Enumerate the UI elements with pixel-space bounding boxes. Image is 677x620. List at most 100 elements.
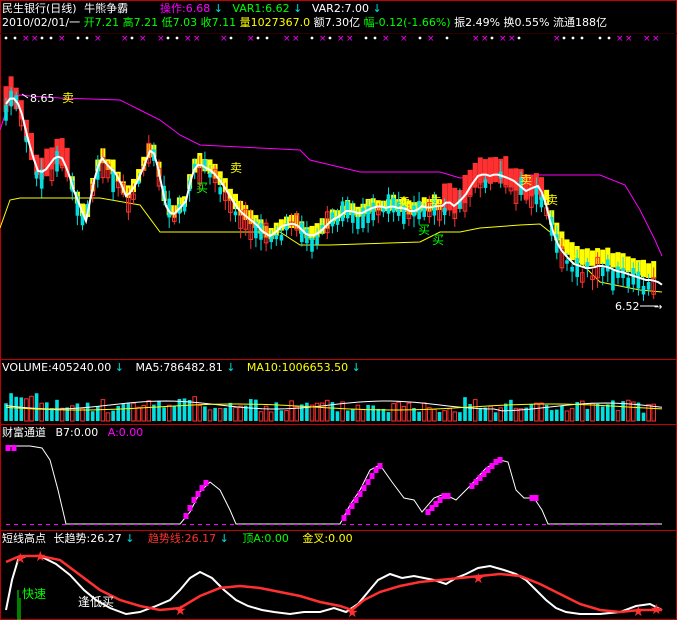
volume-bar-down <box>172 405 177 421</box>
wealth-a-block <box>191 497 197 503</box>
magenta-x-marker: × <box>184 34 192 44</box>
wealth-a-block <box>353 497 359 503</box>
candle-body-down <box>641 285 646 295</box>
white-dot-marker <box>373 36 377 40</box>
magenta-x-marker: × <box>553 34 561 44</box>
white-dot-marker <box>571 36 575 40</box>
candle-body-down <box>539 196 544 208</box>
volume-bar-down <box>376 408 381 421</box>
candle-body-down <box>345 201 350 219</box>
ma5-arrow: ↓ <box>226 361 235 374</box>
volume-bar-down <box>381 408 386 421</box>
quote-volume: 量1027367.0 <box>240 16 311 29</box>
volume-bar-down <box>345 410 350 421</box>
low-price-label: 6.52 <box>615 300 640 313</box>
white-dot-marker <box>130 36 134 40</box>
candle-body-down <box>361 207 365 229</box>
ribbon-bar <box>569 242 575 261</box>
white-dot-marker <box>607 36 611 40</box>
quote-turnover: 换0.55% <box>504 15 550 29</box>
volume-bar-down <box>126 402 131 421</box>
stock-chart[interactable]: 民生银行(日线) 牛熊争霸 操作:6.68 ↓ VAR1:6.62 ↓ VAR2… <box>0 0 677 620</box>
magenta-x-marker: × <box>616 34 624 44</box>
volume-bar-down <box>305 402 309 421</box>
ma10-arrow: ↓ <box>352 361 361 374</box>
volume-bar-down <box>19 397 24 421</box>
white-dot-marker <box>445 36 449 40</box>
wealth-a-block <box>497 457 503 463</box>
volume-bar-down <box>45 402 49 421</box>
magenta-x-marker: × <box>247 34 255 44</box>
white-dot-marker <box>562 36 566 40</box>
wealth-a-block <box>195 491 201 497</box>
ribbon-bar <box>590 250 595 266</box>
candle-body-down <box>305 228 309 244</box>
candle-body-down <box>442 208 447 216</box>
magenta-x-marker: × <box>139 34 147 44</box>
sell-signal: 卖 <box>62 91 74 105</box>
chart-background <box>0 0 677 620</box>
white-dot-marker <box>4 36 8 40</box>
sell-signal: 卖 <box>546 193 558 207</box>
volume-bar-down <box>463 397 467 421</box>
quote-open: 开7.21 <box>84 16 120 29</box>
magenta-x-marker: × <box>319 34 327 44</box>
short-long-arrow: ↓ <box>125 532 134 545</box>
short-trend: 趋势线:26.17 <box>148 531 216 545</box>
volume-bar-down <box>366 404 370 421</box>
quote-date: 2010/02/01/一 <box>2 16 80 29</box>
volume-bar-down <box>177 398 182 421</box>
volume-bar-down <box>371 405 375 421</box>
quote-close: 收7.11 <box>201 15 237 29</box>
magenta-x-marker: × <box>427 34 435 44</box>
volume-bar-down <box>437 412 442 421</box>
op-value: 操作:6.68 <box>160 1 210 15</box>
volume-bar-down <box>560 405 564 421</box>
low-price-arrowhead: → <box>654 302 662 313</box>
ma10-value: MA10:1006653.50 <box>247 361 348 374</box>
quote-high: 高7.21 <box>123 15 159 29</box>
var2-value: VAR2:7.00 <box>312 2 369 15</box>
magenta-x-marker: × <box>292 34 300 44</box>
white-dot-marker <box>13 36 17 40</box>
sell-signal: 卖 <box>430 195 442 209</box>
candle-body-down <box>575 258 579 278</box>
stock-name: 民生银行(日线) <box>2 1 77 15</box>
high-price-label: 8.65 <box>30 92 55 105</box>
buy-signal: 买 <box>418 223 430 237</box>
volume-bar-down <box>34 393 39 421</box>
svg-text:操作:6.68 ↓ VAR1:6.62: 操作:6.68 ↓ VAR1:6.62 ↓ VAR2:7.00 ↓ <box>160 1 382 15</box>
candle-body-down <box>371 202 375 221</box>
candle-body-down <box>274 234 279 240</box>
magenta-x-marker: × <box>499 34 507 44</box>
quote-amplitude: 振2.49% <box>454 15 500 29</box>
volume-bar-down <box>223 407 228 421</box>
magenta-x-marker: × <box>193 34 201 44</box>
star-marker: ★ <box>632 604 645 620</box>
ribbon-bar <box>600 249 606 264</box>
ribbon-bar <box>641 259 646 278</box>
buy-signal: 买 <box>196 181 208 195</box>
svg-text:VOLUME:405240.00 ↓ MA5: VOLUME:405240.00 ↓ MA5:786482.81 ↓ MA10:… <box>2 361 361 374</box>
magenta-x-marker: × <box>121 34 129 44</box>
volume-bar-down <box>555 409 559 421</box>
candle-body-down <box>646 282 651 290</box>
volume-bar-down <box>351 408 355 421</box>
white-dot-marker <box>166 36 170 40</box>
wealth-a-block <box>357 491 363 497</box>
candle-body-down <box>340 201 345 222</box>
sell-signal: 卖 <box>398 195 410 209</box>
volume-bar-down <box>162 407 166 421</box>
volume-bar-down <box>55 399 59 421</box>
quote-low: 低7.03 <box>162 16 198 29</box>
volume-bar-down <box>300 404 304 421</box>
volume-bar-down <box>121 403 126 421</box>
magenta-x-marker: × <box>625 34 633 44</box>
magenta-x-marker: × <box>346 34 354 44</box>
volume-value: VOLUME:405240.00 <box>2 361 111 374</box>
volume-bar-down <box>249 399 253 421</box>
magenta-x-marker: × <box>400 34 408 44</box>
candle-body-down <box>565 260 569 264</box>
magenta-x-marker: × <box>31 34 39 44</box>
candle-body-down <box>386 194 391 214</box>
